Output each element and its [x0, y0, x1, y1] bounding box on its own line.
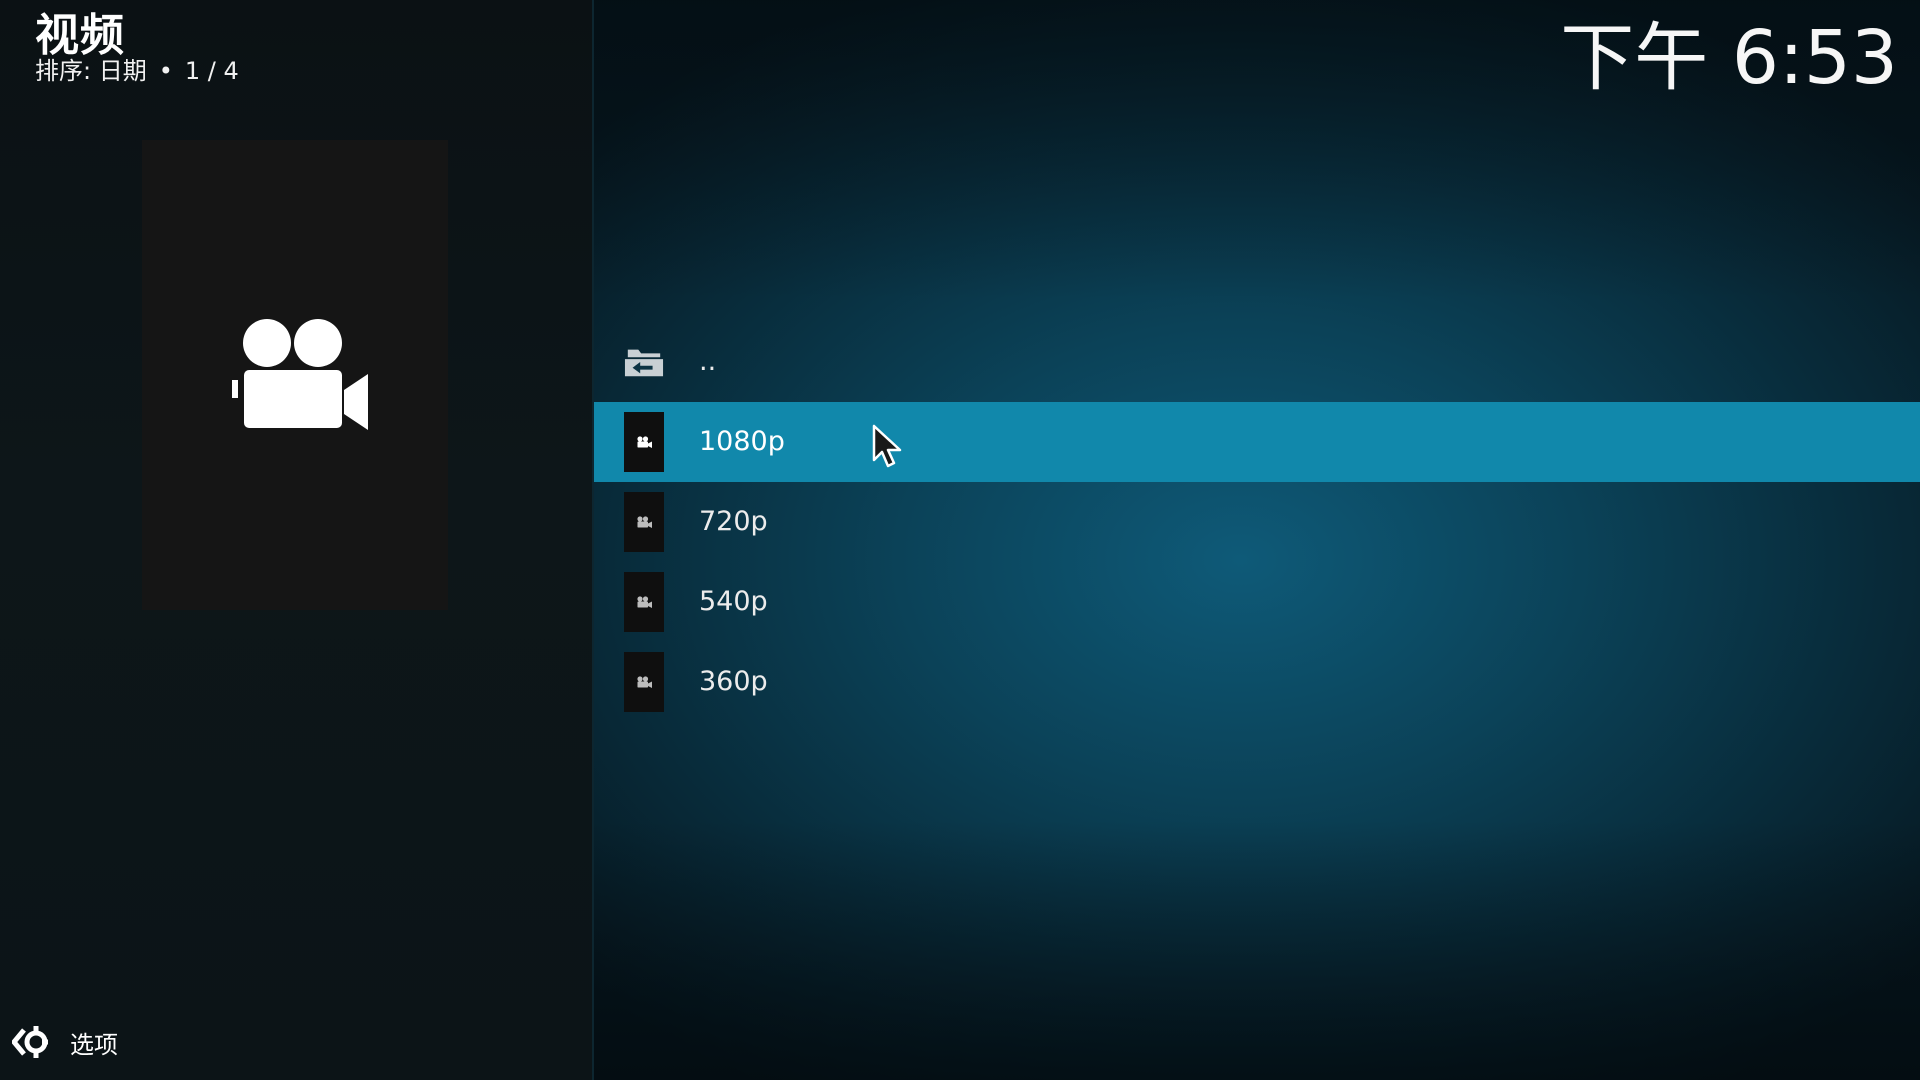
- video-thumb: [624, 492, 664, 552]
- list-item-label: ..: [699, 346, 717, 377]
- page-indicator: 1 / 4: [184, 57, 239, 85]
- list-item-parent[interactable]: ..: [594, 322, 1920, 402]
- background-bottom-shade: [594, 820, 1920, 1080]
- list-item-1080p[interactable]: 1080p: [594, 402, 1920, 482]
- options-gear-icon: [12, 1026, 48, 1058]
- video-camera-icon: [637, 596, 652, 608]
- list-item-540p[interactable]: 540p: [594, 562, 1920, 642]
- sort-info: 排序: 日期 • 1 / 4: [35, 56, 239, 86]
- video-thumb: [624, 652, 664, 712]
- separator-dot: •: [158, 57, 173, 85]
- mouse-cursor-icon: [872, 424, 902, 468]
- list-item-720p[interactable]: 720p: [594, 482, 1920, 562]
- video-thumb: [624, 412, 664, 472]
- video-camera-icon: [232, 319, 368, 430]
- list-item-label: 360p: [699, 666, 768, 697]
- kodi-video-screen: 视频 排序: 日期 • 1 / 4 选项 下午 6:53 .. 1080p 72…: [0, 0, 1920, 1080]
- sort-label[interactable]: 排序: 日期: [35, 57, 147, 85]
- list-item-label: 1080p: [699, 426, 785, 457]
- video-camera-icon: [637, 516, 652, 528]
- list-item-label: 720p: [699, 506, 768, 537]
- options-label: 选项: [70, 1030, 118, 1059]
- options-button[interactable]: 选项: [12, 1024, 118, 1060]
- page-title: 视频: [35, 10, 125, 61]
- info-panel: 视频 排序: 日期 • 1 / 4 选项: [0, 0, 594, 1080]
- list-item-label: 540p: [699, 586, 768, 617]
- clock: 下午 6:53: [1560, 15, 1898, 101]
- parent-folder-icon: [624, 349, 664, 377]
- video-camera-icon: [637, 676, 652, 688]
- file-list: .. 1080p 720p 540p 360p: [594, 322, 1920, 722]
- parent-folder-thumb: [624, 332, 664, 392]
- list-item-360p[interactable]: 360p: [594, 642, 1920, 722]
- video-camera-icon: [637, 436, 652, 448]
- video-thumb: [624, 572, 664, 632]
- poster-thumbnail: [142, 140, 448, 610]
